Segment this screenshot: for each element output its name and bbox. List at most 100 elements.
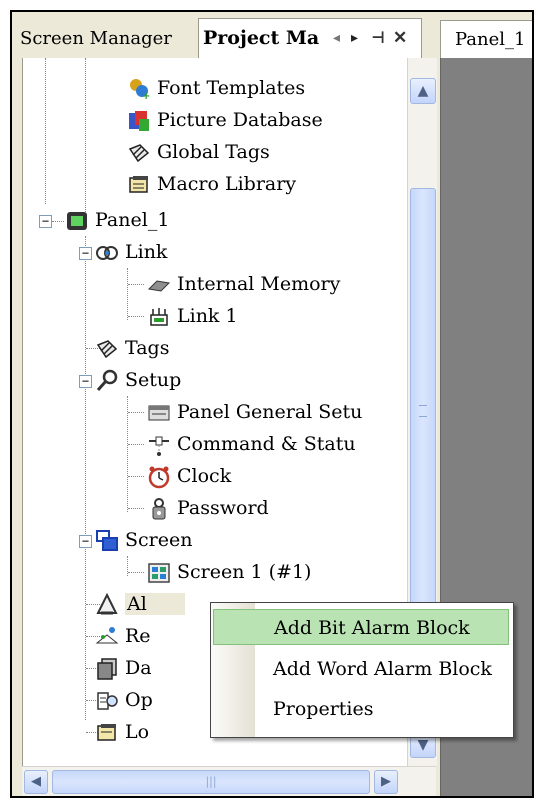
tree-item-internal-memory[interactable]: Internal Memory bbox=[147, 268, 340, 300]
tree-item-label: Re bbox=[125, 625, 151, 647]
scroll-grip-icon bbox=[419, 405, 427, 417]
tree-connector bbox=[52, 221, 64, 222]
chevron-right-icon: ▶ bbox=[381, 774, 391, 789]
tree-item-label: Tags bbox=[125, 337, 170, 359]
menu-item-add-word-alarm-block[interactable]: Add Word Alarm Block bbox=[213, 651, 509, 687]
tree-item-clock[interactable]: Clock bbox=[147, 460, 231, 492]
tree-item-label: Lo bbox=[125, 721, 150, 743]
tree-item-operation-log[interactable]: Op bbox=[95, 684, 153, 716]
menu-item-add-bit-alarm-block[interactable]: Add Bit Alarm Block bbox=[213, 609, 509, 645]
tree-connector bbox=[85, 58, 86, 226]
tree-item-label: Global Tags bbox=[157, 141, 270, 163]
tree-connector bbox=[128, 572, 144, 573]
tree-item-label: Font Templates bbox=[157, 77, 306, 99]
tab-project-manager-label: Project Ma bbox=[203, 27, 320, 49]
chevron-down-icon: ▼ bbox=[417, 737, 429, 753]
tree-item-label: Panel_1 bbox=[95, 209, 170, 231]
tree-connector bbox=[128, 508, 144, 509]
tree-connector bbox=[127, 396, 128, 512]
tree-connector bbox=[128, 444, 144, 445]
tree-item-font-templates[interactable]: + Font Templates bbox=[127, 72, 305, 104]
tree-item-label: Link 1 bbox=[177, 305, 238, 327]
tree-item-log[interactable]: Lo bbox=[95, 716, 149, 748]
tree-item-recipe[interactable]: Re bbox=[95, 620, 151, 652]
tree-item-picture-database[interactable]: Picture Database bbox=[127, 104, 323, 136]
tree-collapse-toggle[interactable]: − bbox=[79, 535, 92, 548]
clock-icon bbox=[147, 465, 171, 489]
tree-item-link[interactable]: Link bbox=[95, 236, 167, 268]
global-tags-icon bbox=[127, 141, 151, 165]
scroll-up-button[interactable]: ▲ bbox=[410, 78, 436, 104]
operation-log-icon bbox=[95, 689, 119, 713]
tree-item-panel-1[interactable]: Panel_1 bbox=[65, 204, 169, 236]
tree-item-label: Command & Statu bbox=[177, 433, 356, 455]
alarm-bell-icon bbox=[95, 592, 119, 617]
font-templates-icon: + bbox=[127, 77, 151, 102]
scroll-right-button[interactable]: ▶ bbox=[374, 770, 398, 794]
setup-wrench-icon bbox=[95, 369, 119, 393]
ide-window: Screen Manager Project Ma ◂ ▸ ⊣ ✕ + Font … bbox=[10, 10, 534, 798]
tree-item-panel-general-setup[interactable]: Panel General Setu bbox=[147, 396, 362, 428]
scroll-left-button[interactable]: ◀ bbox=[24, 770, 48, 794]
tree-item-password[interactable]: Password bbox=[147, 492, 269, 524]
tree-item-data-log[interactable]: Da bbox=[95, 652, 152, 684]
tree-item-screen-1[interactable]: Screen 1 (#1) bbox=[147, 556, 311, 588]
tab-scroll-left-icon[interactable]: ◂ bbox=[333, 19, 340, 57]
tab-scroll-right-icon[interactable]: ▸ bbox=[351, 19, 358, 57]
command-status-icon bbox=[147, 433, 171, 457]
tab-screen-manager[interactable]: Screen Manager bbox=[20, 20, 172, 58]
tree-item-label: Panel General Setu bbox=[177, 401, 363, 423]
tree-item-label: Op bbox=[125, 689, 153, 711]
tree-item-global-tags[interactable]: Global Tags bbox=[127, 136, 270, 168]
tree-item-screen[interactable]: Screen bbox=[95, 524, 192, 556]
tree-connector bbox=[128, 412, 144, 413]
link-icon bbox=[95, 241, 119, 265]
tree-item-label: Al bbox=[125, 593, 185, 615]
horizontal-scrollbar[interactable]: ◀ ||| ▶ bbox=[22, 766, 436, 796]
screen-page-icon bbox=[147, 561, 171, 585]
chevron-up-icon: ▲ bbox=[417, 83, 429, 99]
link-device-icon bbox=[147, 305, 171, 329]
chevron-left-icon: ◀ bbox=[31, 774, 41, 789]
tree-collapse-toggle[interactable]: − bbox=[39, 215, 52, 228]
tree-connector bbox=[127, 556, 128, 576]
tree-collapse-toggle[interactable]: − bbox=[79, 247, 92, 260]
tree-item-setup[interactable]: Setup bbox=[95, 364, 181, 396]
log-folder-icon bbox=[95, 721, 119, 745]
horizontal-scroll-thumb[interactable]: ||| bbox=[52, 770, 370, 794]
context-menu: Add Bit Alarm Block Add Word Alarm Block… bbox=[210, 602, 514, 738]
tree-item-link-1[interactable]: Link 1 bbox=[147, 300, 238, 332]
svg-text:+: + bbox=[142, 91, 150, 101]
memory-chip-icon bbox=[147, 273, 171, 297]
tab-project-manager[interactable]: Project Ma ◂ ▸ ⊣ ✕ bbox=[198, 18, 422, 58]
tree-item-tags[interactable]: Tags bbox=[95, 332, 169, 364]
tree-item-label: Screen bbox=[125, 529, 193, 551]
screen-folder-icon bbox=[95, 529, 119, 553]
tree-item-label: Picture Database bbox=[157, 109, 323, 131]
tree-item-label: Setup bbox=[125, 369, 182, 391]
tree-connector bbox=[128, 316, 144, 317]
tags-icon bbox=[95, 337, 119, 361]
tree-connector bbox=[128, 284, 144, 285]
tree-item-macro-library[interactable]: Macro Library bbox=[127, 168, 296, 200]
close-icon[interactable]: ✕ bbox=[393, 19, 407, 57]
tree-connector bbox=[128, 476, 144, 477]
tree-connector bbox=[127, 268, 128, 320]
panel-icon bbox=[65, 209, 89, 233]
tree-connector bbox=[45, 58, 46, 204]
tree-item-label: Clock bbox=[177, 465, 232, 487]
tree-item-label: Macro Library bbox=[157, 173, 297, 195]
tree-item-command-status[interactable]: Command & Statu bbox=[147, 428, 356, 460]
tree-item-label: Screen 1 (#1) bbox=[177, 561, 312, 583]
password-icon bbox=[147, 497, 171, 521]
menu-item-properties[interactable]: Properties bbox=[213, 691, 509, 727]
tree-item-label: Link bbox=[125, 241, 168, 263]
recipe-icon bbox=[95, 625, 119, 649]
tab-panel-1[interactable]: Panel_1 bbox=[440, 20, 532, 58]
vertical-scroll-thumb[interactable] bbox=[410, 188, 436, 638]
tree-connector bbox=[85, 236, 86, 720]
panel-setup-icon bbox=[147, 401, 171, 425]
pin-icon[interactable]: ⊣ bbox=[371, 19, 385, 57]
tree-collapse-toggle[interactable]: − bbox=[79, 375, 92, 388]
tree-item-label: Password bbox=[177, 497, 269, 519]
